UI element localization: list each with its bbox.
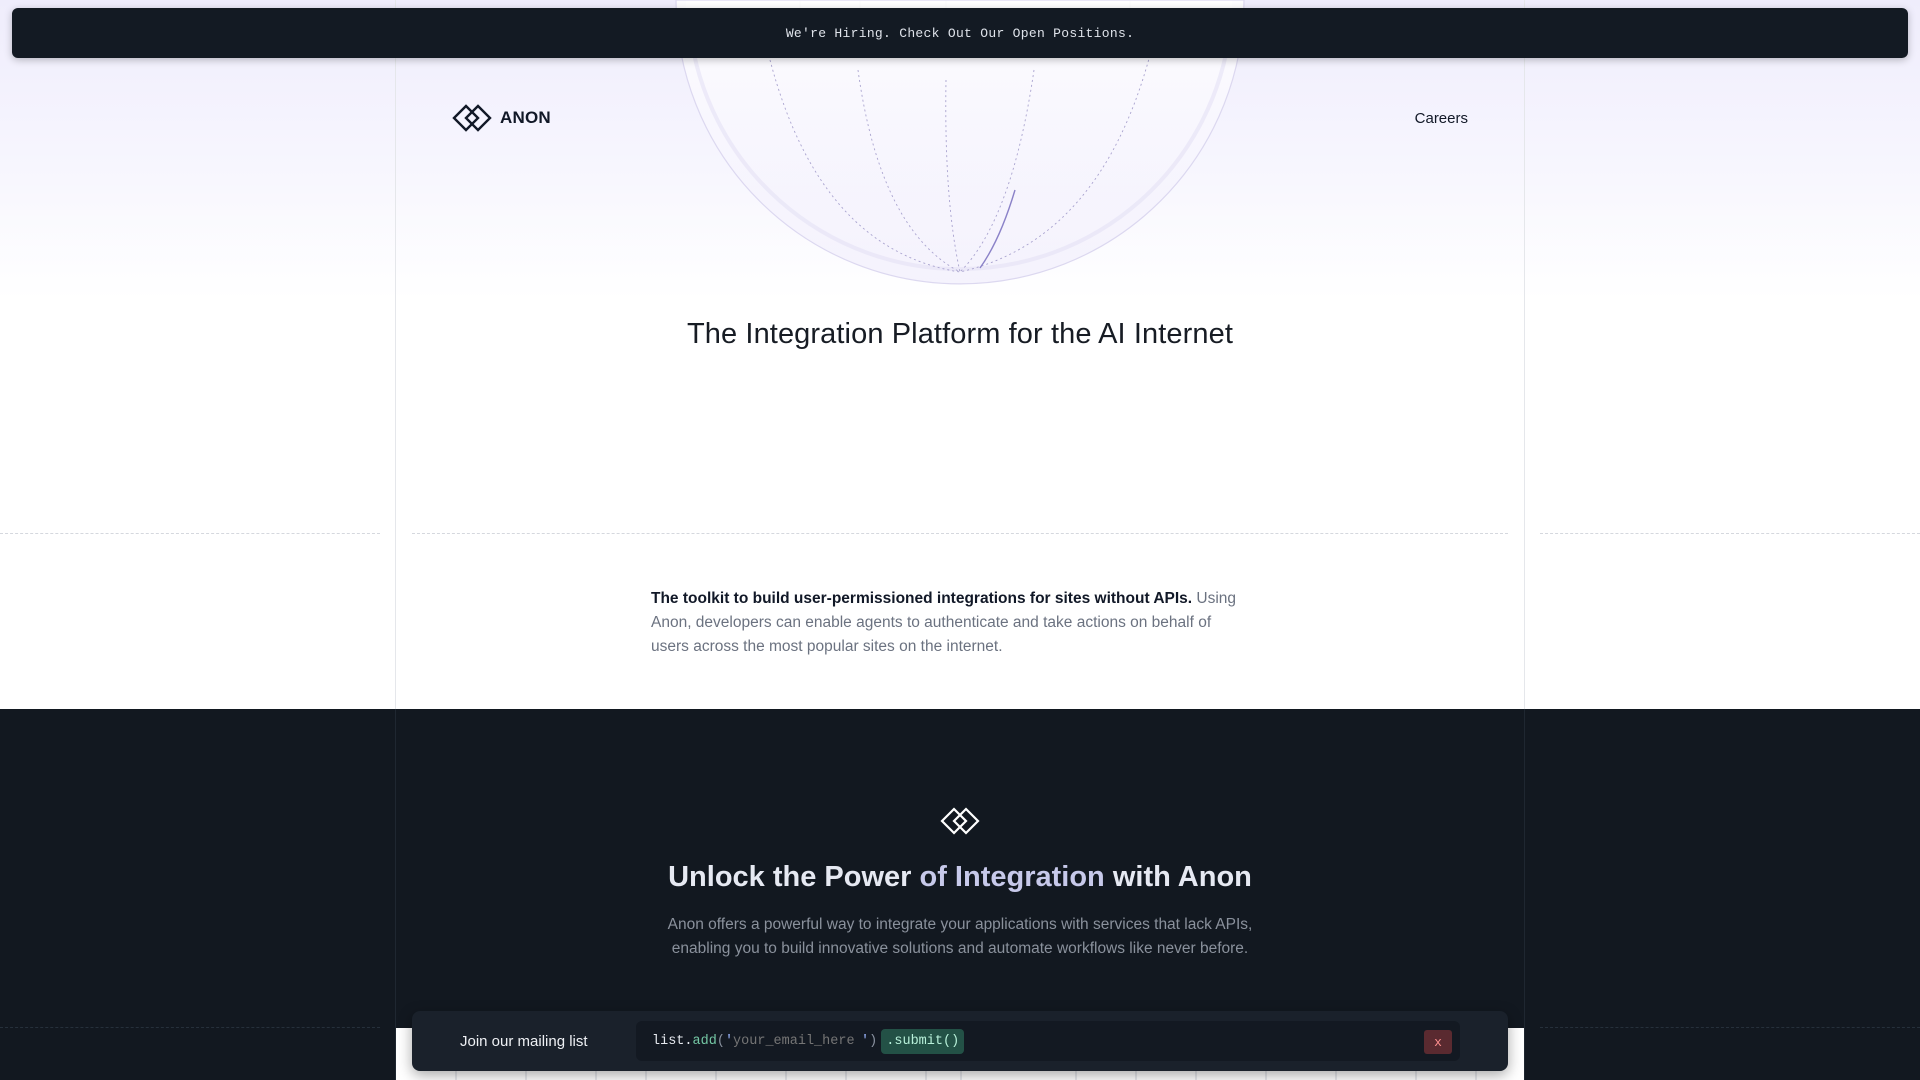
intro-lead: The toolkit to build user-permissioned i…: [651, 590, 1193, 607]
code-open-paren: (: [716, 1033, 725, 1049]
section-grid-lines: [455, 1070, 1477, 1080]
logo-text: ANON: [500, 108, 551, 127]
divider: [0, 533, 380, 534]
logo[interactable]: ANON: [452, 103, 551, 133]
email-input[interactable]: [733, 1033, 862, 1049]
divider: [1540, 1027, 1920, 1028]
submit-button[interactable]: .submit(): [881, 1028, 965, 1054]
power-title: Unlock the Power of Integration with Ano…: [0, 861, 1920, 894]
hiring-banner-text[interactable]: We're Hiring. Check Out Our Open Positio…: [786, 26, 1134, 41]
divider: [0, 1027, 380, 1028]
divider: [1540, 533, 1920, 534]
code-list-prefix: list.: [652, 1033, 693, 1049]
code-close-paren: ): [869, 1033, 878, 1049]
code-close-quote: ': [861, 1033, 870, 1049]
email-signup-form: list.add('').submit() x: [636, 1021, 1460, 1061]
power-title-part1: Unlock the Power: [668, 861, 912, 893]
mailing-list-label: Join our mailing list: [460, 1032, 588, 1050]
intro-description: The toolkit to build user-permissioned i…: [651, 587, 1251, 659]
close-button[interactable]: x: [1424, 1030, 1452, 1054]
dark-frame-line-right: [1524, 709, 1525, 1080]
code-add-fn: add: [692, 1033, 717, 1049]
anon-logo-icon: [452, 104, 492, 132]
hiring-banner[interactable]: We're Hiring. Check Out Our Open Positio…: [12, 8, 1908, 58]
power-title-part3: with Anon: [1112, 861, 1252, 893]
code-open-quote: ': [724, 1033, 734, 1049]
power-description: Anon offers a powerful way to integrate …: [667, 916, 1253, 957]
hero-title: The Integration Platform for the AI Inte…: [686, 318, 1234, 350]
anon-logo-icon: [940, 807, 980, 835]
power-title-part2: of Integration: [919, 861, 1105, 893]
top-nav: ANON Careers: [452, 98, 1468, 138]
careers-link[interactable]: Careers: [1415, 110, 1468, 127]
dark-frame-line-left: [395, 709, 396, 1080]
divider: [412, 533, 1508, 534]
mailing-list-bar: Join our mailing list list.add('').submi…: [412, 1011, 1508, 1071]
